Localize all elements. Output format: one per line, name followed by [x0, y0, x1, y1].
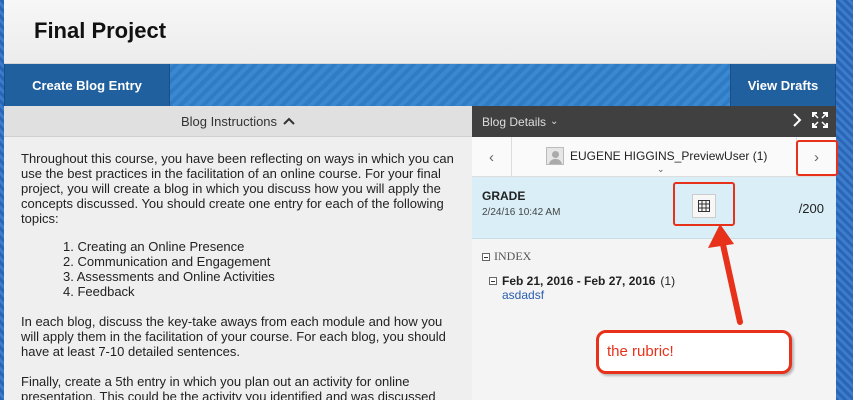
- title-bar: Final Project: [4, 0, 836, 64]
- view-drafts-button[interactable]: View Drafts: [730, 64, 836, 106]
- chevron-right-icon[interactable]: [792, 112, 802, 128]
- annotation-callout: the rubric!: [596, 330, 792, 374]
- user-selector: ‹ EUGENE HIGGINS_PreviewUser (1) ⌄ ›: [472, 137, 836, 177]
- chevron-down-icon[interactable]: ⌄: [657, 164, 665, 175]
- instructions-pane: Blog Instructions Throughout this course…: [4, 106, 472, 400]
- week-count: (1): [660, 274, 676, 288]
- instructions-header-label: Blog Instructions: [180, 113, 278, 129]
- grade-score: /200: [798, 201, 824, 216]
- grade-date: 2/24/16 10:42 AM: [482, 207, 561, 218]
- create-blog-entry-button[interactable]: Create Blog Entry: [4, 64, 170, 106]
- previous-user-button[interactable]: ‹: [472, 137, 512, 177]
- instructions-paragraph: Throughout this course, you have been re…: [21, 151, 454, 226]
- index-header[interactable]: INDEX: [482, 249, 836, 264]
- page-title: Final Project: [34, 18, 167, 43]
- user-dropdown[interactable]: EUGENE HIGGINS_PreviewUser (1): [546, 147, 767, 165]
- instructions-body: Throughout this course, you have been re…: [4, 137, 472, 400]
- grade-label: GRADE: [482, 189, 526, 203]
- topic-item: 3. Assessments and Online Activities: [63, 269, 275, 284]
- user-name: EUGENE HIGGINS_PreviewUser (1): [570, 149, 768, 163]
- topic-item: 1. Creating an Online Presence: [63, 239, 245, 254]
- instructions-paragraph: Finally, create a 5th entry in which you…: [21, 374, 436, 400]
- instructions-header[interactable]: Blog Instructions: [4, 106, 472, 137]
- annotation-arrow: [708, 224, 743, 325]
- index-label: INDEX: [494, 249, 532, 263]
- right-edge-decoration: [835, 0, 853, 400]
- action-bar: Create Blog Entry View Drafts: [4, 64, 836, 106]
- week-group[interactable]: Feb 21, 2016 - Feb 27, 2016 (1): [489, 274, 836, 288]
- topic-item: 4. Feedback: [63, 284, 135, 299]
- details-header-label[interactable]: Blog Details: [482, 115, 546, 129]
- week-range: Feb 21, 2016 - Feb 27, 2016: [502, 274, 656, 288]
- collapse-icon[interactable]: [482, 252, 490, 261]
- avatar: [546, 147, 564, 165]
- topic-item: 2. Communication and Engagement: [63, 254, 271, 269]
- topics-list: 1. Creating an Online Presence 2. Commun…: [63, 239, 456, 299]
- chevron-up-icon: [283, 117, 295, 125]
- entry-index: INDEX Feb 21, 2016 - Feb 27, 2016 (1) as…: [472, 239, 836, 302]
- annotation-box-next-user: [796, 140, 838, 176]
- grade-row: GRADE 2/24/16 10:42 AM /200: [472, 177, 836, 239]
- details-header: Blog Details ⌄: [472, 106, 836, 137]
- collapse-icon[interactable]: [489, 277, 497, 285]
- blog-entry-link[interactable]: asdadsf: [502, 288, 836, 302]
- chevron-down-icon[interactable]: ⌄: [550, 116, 558, 127]
- instructions-paragraph: In each blog, discuss the key-take aways…: [21, 314, 446, 359]
- expand-icon[interactable]: [812, 112, 828, 128]
